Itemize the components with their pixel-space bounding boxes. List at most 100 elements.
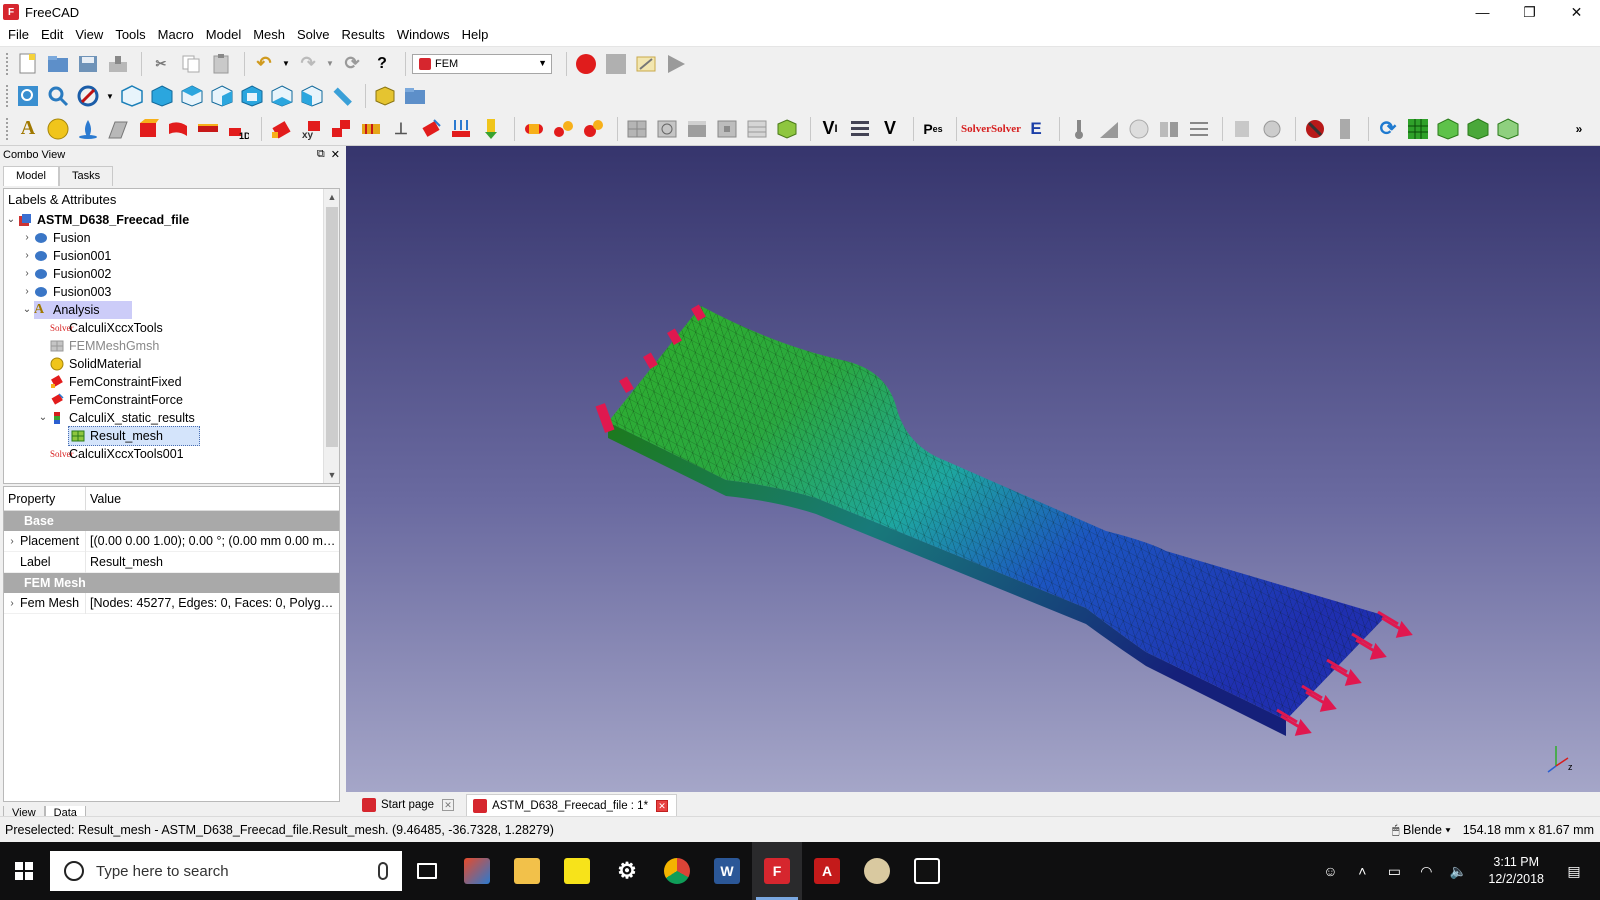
box-rotate-icon[interactable] bbox=[1465, 116, 1491, 142]
microphone-icon[interactable] bbox=[378, 862, 388, 880]
menu-macro[interactable]: Macro bbox=[152, 24, 200, 46]
constraint-contact-icon[interactable] bbox=[328, 116, 354, 142]
clock[interactable]: 3:11 PM 12/2/2018 bbox=[1488, 854, 1544, 888]
minimize-button[interactable]: — bbox=[1459, 0, 1506, 24]
menu-view[interactable]: View bbox=[69, 24, 109, 46]
beam-rotation-icon[interactable] bbox=[195, 116, 221, 142]
tree-item-ccxtools001[interactable]: Solver CalculiXccxTools001 bbox=[4, 445, 339, 463]
taskbar-app-photos[interactable] bbox=[902, 842, 952, 900]
scrollbar-thumb[interactable] bbox=[326, 207, 338, 447]
taskbar-app-word[interactable]: W bbox=[702, 842, 752, 900]
box-outline-icon[interactable] bbox=[1495, 116, 1521, 142]
material-solid-icon[interactable] bbox=[45, 116, 71, 142]
close-panel-icon[interactable]: ✕ bbox=[331, 148, 340, 161]
fem-mesh-model[interactable] bbox=[346, 146, 1600, 792]
tab-start-page[interactable]: Start page ✕ bbox=[356, 794, 462, 816]
macro-run-icon[interactable] bbox=[663, 51, 689, 77]
scroll-down-icon[interactable]: ▼ bbox=[324, 467, 340, 483]
constraint-gravity-icon[interactable] bbox=[478, 116, 504, 142]
open-file-icon[interactable] bbox=[45, 51, 71, 77]
value-column-header[interactable]: Value bbox=[86, 487, 121, 510]
property-row-label[interactable]: Label Result_mesh bbox=[4, 551, 339, 573]
property-row-placement[interactable]: › Placement [(0.00 0.00 1.00); 0.00 °; (0… bbox=[4, 530, 339, 552]
result-mesh-icon[interactable] bbox=[1126, 116, 1152, 142]
constraint-pressure-icon[interactable] bbox=[448, 116, 474, 142]
tree-item-constraint-force[interactable]: FemConstraintForce bbox=[4, 391, 339, 409]
copy-icon[interactable] bbox=[178, 51, 204, 77]
mesh-from-shape-icon[interactable] bbox=[774, 116, 800, 142]
element-fluid-icon[interactable]: 1D bbox=[225, 116, 251, 142]
menu-results[interactable]: Results bbox=[336, 24, 391, 46]
more-tools-icon[interactable]: » bbox=[1566, 116, 1592, 142]
taskbar-search[interactable]: Type here to search bbox=[50, 851, 402, 891]
tree-item-fusion003[interactable]: › Fusion003 bbox=[4, 283, 339, 301]
cut-icon[interactable]: ✂ bbox=[148, 51, 174, 77]
chevron-right-icon[interactable]: › bbox=[4, 536, 20, 547]
tree-item-constraint-fixed[interactable]: FemConstraintFixed bbox=[4, 373, 339, 391]
constraint-bearing-icon[interactable] bbox=[521, 116, 547, 142]
constraint-displacement-icon[interactable]: xy bbox=[298, 116, 324, 142]
taskbar-app-brush[interactable] bbox=[452, 842, 502, 900]
taskbar-app-explorer[interactable] bbox=[502, 842, 552, 900]
tree-item-fusion002[interactable]: › Fusion002 bbox=[4, 265, 339, 283]
solver-ccx-icon[interactable]: Solver bbox=[961, 116, 991, 142]
taskbar-app-freecad[interactable]: F bbox=[752, 842, 802, 900]
material-editor-icon[interactable] bbox=[105, 116, 131, 142]
task-view-button[interactable] bbox=[402, 842, 452, 900]
material-fluid-icon[interactable] bbox=[75, 116, 101, 142]
post-pipeline-icon[interactable] bbox=[1229, 116, 1255, 142]
solver-write-icon[interactable]: V bbox=[877, 116, 903, 142]
property-column-header[interactable]: Property bbox=[4, 487, 86, 510]
left-view-icon[interactable] bbox=[299, 83, 325, 109]
tree-item-femmeshgmsh[interactable]: FEMMeshGmsh bbox=[4, 337, 339, 355]
chevron-right-icon[interactable]: › bbox=[4, 598, 20, 609]
new-file-icon[interactable] bbox=[15, 51, 41, 77]
tree-item-analysis[interactable]: ⌄ A Analysis bbox=[4, 301, 339, 319]
undo-icon[interactable]: ↶ bbox=[251, 51, 277, 77]
fit-all-icon[interactable] bbox=[15, 83, 41, 109]
macro-edit-icon[interactable] bbox=[633, 51, 659, 77]
navigation-style-selector[interactable]: 🖱 Blende ▾ bbox=[1392, 823, 1451, 838]
menu-file[interactable]: File bbox=[2, 24, 35, 46]
create-part-icon[interactable] bbox=[372, 83, 398, 109]
close-tab-icon[interactable]: ✕ bbox=[442, 799, 455, 811]
close-tab-icon[interactable]: ✕ bbox=[656, 799, 669, 812]
macro-record-icon[interactable] bbox=[573, 51, 599, 77]
close-button[interactable]: ✕ bbox=[1553, 0, 1600, 24]
no-select-icon[interactable] bbox=[1302, 116, 1328, 142]
constraint-tie-icon[interactable] bbox=[358, 116, 384, 142]
recompute-icon[interactable]: ⟳ bbox=[1375, 116, 1401, 142]
box-green-icon[interactable] bbox=[1435, 116, 1461, 142]
property-value[interactable]: [(0.00 0.00 1.00); 0.00 °; (0.00 mm 0.00… bbox=[86, 534, 336, 548]
solver-ccx-tools-icon[interactable]: Solver bbox=[991, 116, 1021, 142]
macro-stop-icon[interactable] bbox=[603, 51, 629, 77]
menu-model[interactable]: Model bbox=[200, 24, 247, 46]
taskbar-app-acrobat[interactable]: A bbox=[802, 842, 852, 900]
redo-icon[interactable]: ↷ bbox=[295, 51, 321, 77]
menu-mesh[interactable]: Mesh bbox=[247, 24, 291, 46]
result-show-icon[interactable] bbox=[1156, 116, 1182, 142]
scroll-up-icon[interactable]: ▲ bbox=[324, 189, 340, 205]
menu-windows[interactable]: Windows bbox=[391, 24, 456, 46]
save-icon[interactable] bbox=[75, 51, 101, 77]
draw-style-dropdown-icon[interactable]: ▼ bbox=[105, 83, 115, 109]
float-panel-icon[interactable]: ⧉ bbox=[317, 148, 325, 161]
bottom-view-icon[interactable] bbox=[269, 83, 295, 109]
post-filter-icon[interactable] bbox=[1259, 116, 1285, 142]
right-view-icon[interactable] bbox=[209, 83, 235, 109]
draw-style-icon[interactable] bbox=[75, 83, 101, 109]
scalar-bar-icon[interactable] bbox=[1332, 116, 1358, 142]
property-row-fem-mesh[interactable]: › Fem Mesh [Nodes: 45277, Edges: 0, Faces… bbox=[4, 592, 339, 614]
tree-item-ccxtools[interactable]: Solver CalculiXccxTools bbox=[4, 319, 339, 337]
chevron-down-icon[interactable]: ⌄ bbox=[20, 301, 34, 319]
clipping-plane-icon[interactable] bbox=[1096, 116, 1122, 142]
tab-model[interactable]: Model bbox=[3, 166, 59, 186]
chevron-down-icon[interactable]: ⌄ bbox=[36, 409, 50, 427]
tree-item-fusion001[interactable]: › Fusion001 bbox=[4, 247, 339, 265]
toolbar-grip[interactable] bbox=[6, 85, 9, 107]
tree-item-fusion[interactable]: › Fusion bbox=[4, 229, 339, 247]
people-icon[interactable]: ☺ bbox=[1314, 863, 1346, 879]
chevron-right-icon[interactable]: › bbox=[20, 229, 34, 247]
mesh-boundary-layer-icon[interactable] bbox=[684, 116, 710, 142]
beam-section-icon[interactable] bbox=[165, 116, 191, 142]
